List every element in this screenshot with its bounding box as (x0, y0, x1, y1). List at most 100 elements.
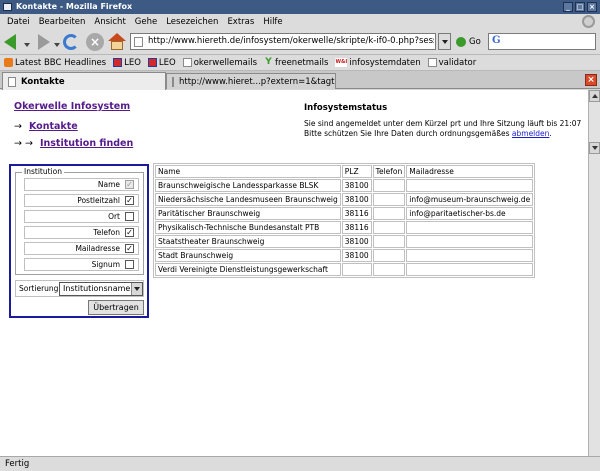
table-row: Stadt Braunschweig 38100 (155, 249, 534, 262)
chevron-down-icon (134, 287, 140, 291)
table-row: Staatstheater Braunschweig 38100 (155, 235, 534, 248)
cell-name: Niedersächsische Landesmuseen Braunschwe… (155, 193, 341, 206)
field-row-postleitzahl: Postleitzahl ✓ (24, 194, 139, 207)
menu-lesezeichen[interactable]: Lesezeichen (166, 17, 218, 27)
logout-hint: Bitte schützen Sie Ihre Daten durch ordn… (304, 129, 552, 138)
reload-button[interactable] (62, 33, 80, 51)
go-button[interactable]: Go (456, 34, 481, 49)
chevron-down-icon (442, 40, 448, 44)
url-text: http://www.hiereth.de/infosystem/okerwel… (148, 36, 434, 46)
page-content: Okerwelle Infosystem → Kontakte → → Inst… (0, 90, 588, 456)
scroll-up-button[interactable] (589, 90, 600, 102)
rss-icon (4, 58, 13, 67)
window-title: Kontakte - Mozilla Firefox (16, 2, 133, 11)
cell-telefon (372, 249, 406, 262)
bookmarks-toolbar: Latest BBC Headlines LEO LEO okerwellema… (0, 55, 600, 71)
ort-checkbox[interactable] (125, 212, 134, 221)
kontakte-link[interactable]: Kontakte (29, 121, 78, 132)
menu-extras[interactable]: Extras (227, 17, 254, 27)
reload-icon (63, 34, 79, 50)
field-row-name: Name ✓ (24, 178, 139, 191)
field-row-telefon: Telefon ✓ (24, 226, 139, 239)
logout-link[interactable]: abmelden (512, 129, 550, 138)
cell-telefon (372, 235, 406, 248)
cell-mail (406, 235, 534, 248)
vertical-scrollbar[interactable] (588, 90, 600, 456)
status-text: Sie sind angemeldet unter dem Kürzel prt… (304, 119, 584, 139)
home-button[interactable] (108, 33, 126, 51)
cell-name: Paritätischer Braunschweig (155, 207, 341, 220)
header-plz: PLZ (341, 165, 372, 178)
tab-hiereth[interactable]: http://www.hieret...p?extern=1&tagt=0 (166, 73, 336, 89)
cell-plz (341, 263, 372, 276)
bookmark-validator[interactable]: validator (427, 58, 476, 68)
submit-button[interactable]: Übertragen (88, 300, 144, 315)
leo-icon (147, 58, 157, 67)
forward-button[interactable] (34, 33, 50, 51)
back-button[interactable] (4, 33, 20, 51)
maximize-button[interactable]: □ (575, 2, 585, 12)
mailadresse-checkbox[interactable]: ✓ (125, 244, 134, 253)
bookmark-okerwellemails[interactable]: okerwellemails (182, 58, 257, 68)
cell-mail: info@paritaetischer-bs.de (406, 207, 534, 220)
scroll-down-button[interactable] (589, 142, 600, 154)
table-header-row: Name PLZ Telefon Mailadresse (155, 165, 534, 178)
nav-arrows: → → (14, 138, 33, 149)
cell-mail: info@museum-braunschweig.de (406, 193, 534, 206)
page-icon (427, 58, 437, 67)
close-window-button[interactable]: × (587, 2, 597, 12)
bookmark-bbc-headlines[interactable]: Latest BBC Headlines (4, 58, 106, 68)
cell-name: Braunschweigische Landessparkasse BLSK (155, 179, 341, 192)
forward-history-dropdown-icon[interactable] (54, 43, 60, 47)
header-name: Name (155, 165, 341, 178)
tab-bar: Kontakte http://www.hieret...p?extern=1&… (0, 71, 600, 90)
infosystem-icon: W&I (335, 58, 348, 67)
back-history-dropdown-icon[interactable] (24, 43, 30, 47)
throbber-icon (582, 15, 595, 28)
table-row: Physikalisch-Technische Bundesanstalt PT… (155, 221, 534, 234)
session-info: Sie sind angemeldet unter dem Kürzel prt… (304, 119, 582, 128)
signum-checkbox[interactable] (125, 260, 134, 269)
sort-row: Sortierung Institutionsname (15, 280, 144, 297)
sort-select[interactable]: Institutionsname (59, 282, 143, 296)
url-history-dropdown[interactable] (438, 33, 451, 50)
close-tab-button[interactable]: × (585, 74, 597, 86)
cell-telefon (372, 193, 406, 206)
tab-kontakte[interactable]: Kontakte (2, 72, 166, 90)
cell-name: Staatstheater Braunschweig (155, 235, 341, 248)
bookmark-freenetmails[interactable]: Yfreenetmails (264, 58, 328, 68)
menu-bearbeiten[interactable]: Bearbeiten (39, 17, 86, 27)
cell-plz: 38116 (341, 221, 372, 234)
bookmark-infosystemdaten[interactable]: W&I infosystemdaten (335, 58, 421, 68)
menu-hilfe[interactable]: Hilfe (263, 17, 282, 27)
search-form: Institution Name ✓ Postleitzahl ✓ Ort Te… (9, 164, 149, 318)
leo-icon (113, 58, 123, 67)
institution-finden-link[interactable]: Institution finden (40, 138, 133, 149)
name-checkbox: ✓ (125, 180, 134, 189)
site-title-link[interactable]: Okerwelle Infosystem (14, 101, 130, 112)
postleitzahl-checkbox[interactable]: ✓ (125, 196, 134, 205)
url-input[interactable]: http://www.hiereth.de/infosystem/okerwel… (130, 33, 436, 50)
menu-datei[interactable]: Datei (7, 17, 30, 27)
search-input[interactable]: G (488, 33, 596, 50)
bookmark-leo-1[interactable]: LEO (113, 58, 141, 68)
cell-name: Physikalisch-Technische Bundesanstalt PT… (155, 221, 341, 234)
cell-name: Stadt Braunschweig (155, 249, 341, 262)
bookmark-leo-2[interactable]: LEO (147, 58, 176, 68)
minimize-button[interactable]: _ (563, 2, 573, 12)
telefon-checkbox[interactable]: ✓ (125, 228, 134, 237)
results-table: Name PLZ Telefon Mailadresse Braunschwei… (153, 163, 536, 278)
menu-ansicht[interactable]: Ansicht (94, 17, 125, 27)
cell-name: Verdi Vereinigte Dienstleistungsgewerksc… (155, 263, 341, 276)
table-row: Niedersächsische Landesmuseen Braunschwe… (155, 193, 534, 206)
stop-icon: × (86, 33, 104, 51)
field-row-mailadresse: Mailadresse ✓ (24, 242, 139, 255)
cell-plz: 38100 (341, 179, 372, 192)
fieldset-legend: Institution (22, 167, 64, 176)
menu-gehe[interactable]: Gehe (135, 17, 157, 27)
stop-button[interactable]: × (86, 33, 104, 51)
table-row: Verdi Vereinigte Dienstleistungsgewerksc… (155, 263, 534, 276)
table-row: Paritätischer Braunschweig 38116 info@pa… (155, 207, 534, 220)
cell-telefon (372, 179, 406, 192)
window-title-bar: Kontakte - Mozilla Firefox _ □ × (0, 0, 600, 14)
